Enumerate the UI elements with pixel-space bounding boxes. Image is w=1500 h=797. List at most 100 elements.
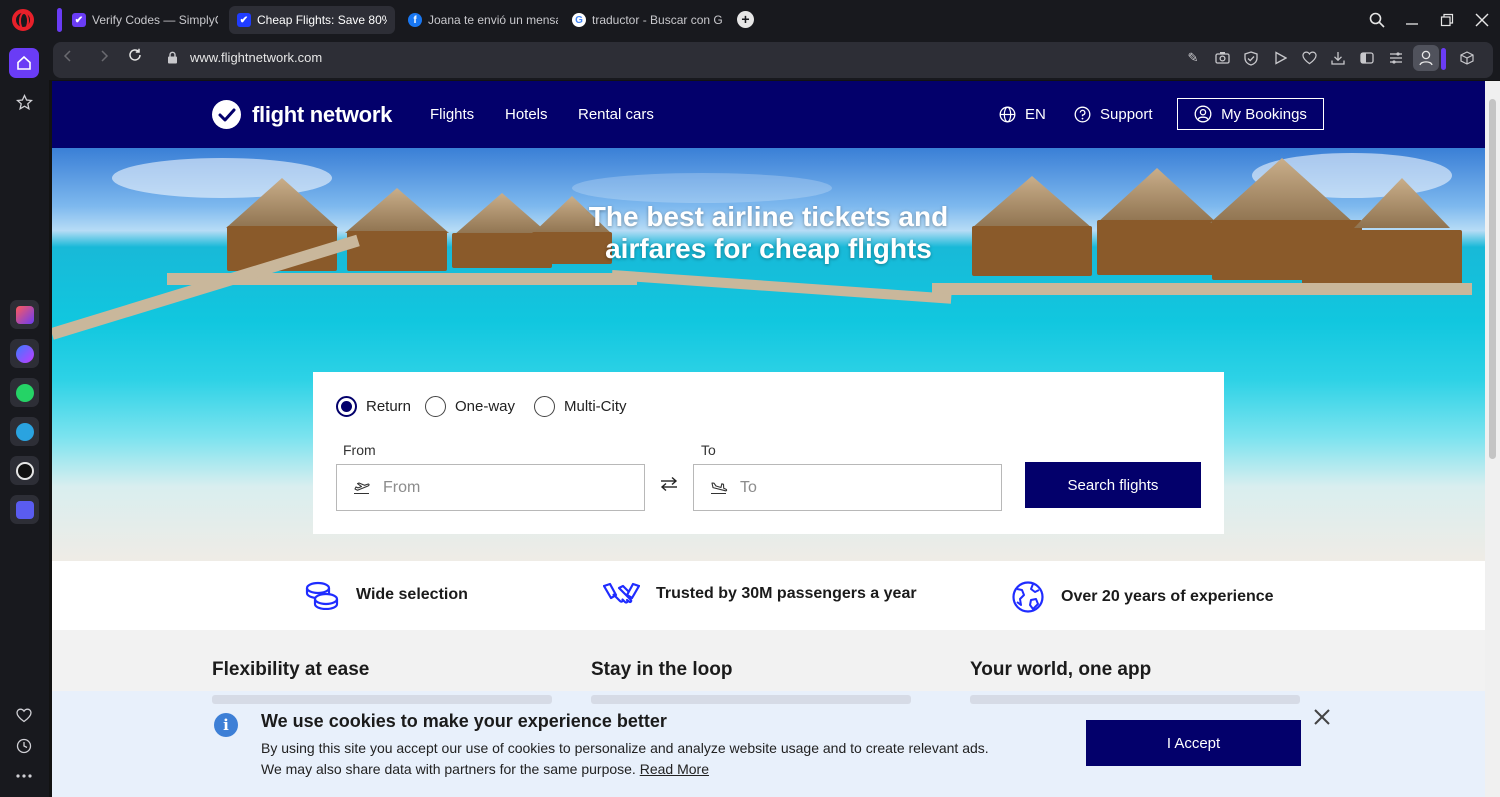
my-bookings-label: My Bookings	[1221, 105, 1307, 123]
reload-icon[interactable]	[125, 48, 145, 68]
my-bookings-button[interactable]: My Bookings	[1177, 98, 1324, 130]
radio-checked	[336, 396, 357, 417]
nav-hotels[interactable]: Hotels	[505, 106, 548, 123]
telegram-app-icon[interactable]	[10, 417, 39, 446]
heart-icon[interactable]	[9, 700, 39, 730]
favorites-heart-icon[interactable]	[1300, 49, 1318, 67]
hero-title: The best airline tickets and airfares fo…	[52, 201, 1485, 265]
history-icon[interactable]	[9, 731, 39, 761]
swap-airports-icon[interactable]	[659, 476, 679, 496]
cloud	[572, 173, 832, 203]
tab-label: Joana te envió un mensaje	[428, 13, 558, 27]
back-icon[interactable]	[58, 48, 78, 68]
tab-label: Verify Codes — SimplyCodes	[92, 13, 218, 27]
features-strip: Wide selection Trusted by 30M passengers…	[52, 561, 1485, 630]
restore-icon[interactable]	[1435, 8, 1459, 32]
whatsapp-app-icon[interactable]	[10, 378, 39, 407]
brand-logo[interactable]: flight network	[212, 100, 392, 129]
trip-type-multi-city[interactable]: Multi-City	[534, 396, 627, 417]
flightnetwork-icon: ✔	[237, 13, 251, 27]
trip-type-one-way[interactable]: One-way	[425, 396, 515, 417]
checkmark-logo-icon	[212, 100, 241, 129]
tab-accent	[57, 8, 62, 32]
opera-logo[interactable]	[12, 9, 34, 31]
page-scrollbar[interactable]	[1485, 81, 1500, 797]
info-icon: i	[214, 713, 238, 737]
feature-label: Wide selection	[356, 586, 468, 603]
handshake-icon	[603, 582, 640, 604]
messenger-app-icon[interactable]	[10, 339, 39, 368]
radio-label: One-way	[455, 398, 516, 415]
site-header: flight network Flights Hotels Rental car…	[52, 81, 1485, 148]
language-label: EN	[1025, 106, 1046, 123]
tab-facebook[interactable]: f Joana te envió un mensaje	[400, 6, 566, 34]
trip-type-return[interactable]: Return	[336, 396, 411, 417]
forward-icon[interactable]	[94, 48, 114, 68]
feature-item: Wide selection	[304, 580, 468, 610]
accept-cookies-button[interactable]: I Accept	[1086, 720, 1301, 766]
play-icon[interactable]	[1271, 49, 1289, 67]
browser-sidebar	[0, 40, 49, 797]
simplycodes-icon: ✔	[72, 13, 86, 27]
feature-item: Trusted by 30M passengers a year	[603, 580, 917, 608]
to-label: To	[701, 442, 716, 458]
read-more-link[interactable]: Read More	[640, 761, 709, 777]
language-selector[interactable]: EN	[999, 106, 1046, 123]
home-icon[interactable]	[9, 48, 39, 78]
tab-label: Cheap Flights: Save 80% on	[257, 13, 387, 27]
to-input[interactable]: To	[693, 464, 1002, 511]
tiktok-app-icon[interactable]	[10, 456, 39, 485]
cookie-text-segment: We may also share data with partners for…	[261, 761, 636, 777]
nav-flights[interactable]: Flights	[430, 106, 474, 123]
tab-simplycodes[interactable]: ✔ Verify Codes — SimplyCodes	[64, 6, 226, 34]
facebook-icon: f	[408, 13, 422, 27]
feature-label: Over 20 years of experience	[1061, 588, 1274, 605]
address-toolbar: www.flightnetwork.com ✎	[49, 40, 1500, 80]
new-tab-button[interactable]: +	[737, 11, 754, 28]
cookie-text-line: We may also share data with partners for…	[261, 759, 1081, 780]
support-link[interactable]: Support	[1074, 106, 1153, 123]
pier-deck	[932, 283, 1472, 295]
url-text[interactable]: www.flightnetwork.com	[190, 50, 322, 65]
obscured-text	[591, 695, 911, 704]
cookie-banner: i We use cookies to make your experience…	[52, 691, 1485, 797]
music-app-icon[interactable]	[10, 495, 39, 524]
pier-walkway	[611, 270, 952, 304]
hero-title-line: airfares for cheap flights	[605, 233, 932, 264]
tab-google[interactable]: G traductor - Buscar con Google	[564, 6, 730, 34]
tab-label: traductor - Buscar con Google	[592, 13, 722, 27]
edit-icon[interactable]: ✎	[1184, 49, 1202, 67]
lock-icon[interactable]	[167, 51, 178, 64]
from-placeholder: From	[383, 478, 421, 496]
aria-app-icon[interactable]	[10, 300, 39, 329]
to-placeholder: To	[740, 478, 757, 496]
hero-title-line: The best airline tickets and	[588, 201, 949, 232]
close-icon[interactable]	[1311, 707, 1333, 729]
scrollbar-thumb[interactable]	[1489, 99, 1496, 459]
search-tabs-icon[interactable]	[1365, 8, 1389, 32]
minimize-icon[interactable]	[1400, 8, 1424, 32]
coins-icon	[305, 581, 339, 610]
obscured-text	[970, 695, 1300, 704]
profile-avatar[interactable]	[1413, 45, 1439, 71]
close-window-icon[interactable]	[1470, 8, 1494, 32]
cookie-text: By using this site you accept our use of…	[261, 738, 1081, 780]
support-label: Support	[1100, 106, 1153, 123]
extensions-icon[interactable]	[1458, 49, 1476, 67]
nav-rental-cars[interactable]: Rental cars	[578, 106, 654, 123]
globe-icon	[999, 106, 1016, 123]
feature-item: Over 20 years of experience	[1011, 580, 1274, 614]
more-options-icon[interactable]	[9, 761, 39, 791]
shield-icon[interactable]	[1242, 49, 1260, 67]
landing-icon	[711, 481, 728, 494]
camera-icon[interactable]	[1213, 49, 1231, 67]
tab-flightnetwork[interactable]: ✔ Cheap Flights: Save 80% on	[229, 6, 395, 34]
download-icon[interactable]	[1329, 49, 1347, 67]
from-input[interactable]: From	[336, 464, 645, 511]
flight-search-form: Return One-way Multi-City From From To T…	[313, 372, 1224, 534]
search-flights-button[interactable]: Search flights	[1025, 462, 1201, 508]
browser-tabbar: ✔ Verify Codes — SimplyCodes ✔ Cheap Fli…	[0, 0, 1500, 40]
sidebar-toggle-icon[interactable]	[1358, 49, 1376, 67]
star-icon[interactable]	[9, 87, 39, 117]
easy-setup-icon[interactable]	[1387, 49, 1405, 67]
